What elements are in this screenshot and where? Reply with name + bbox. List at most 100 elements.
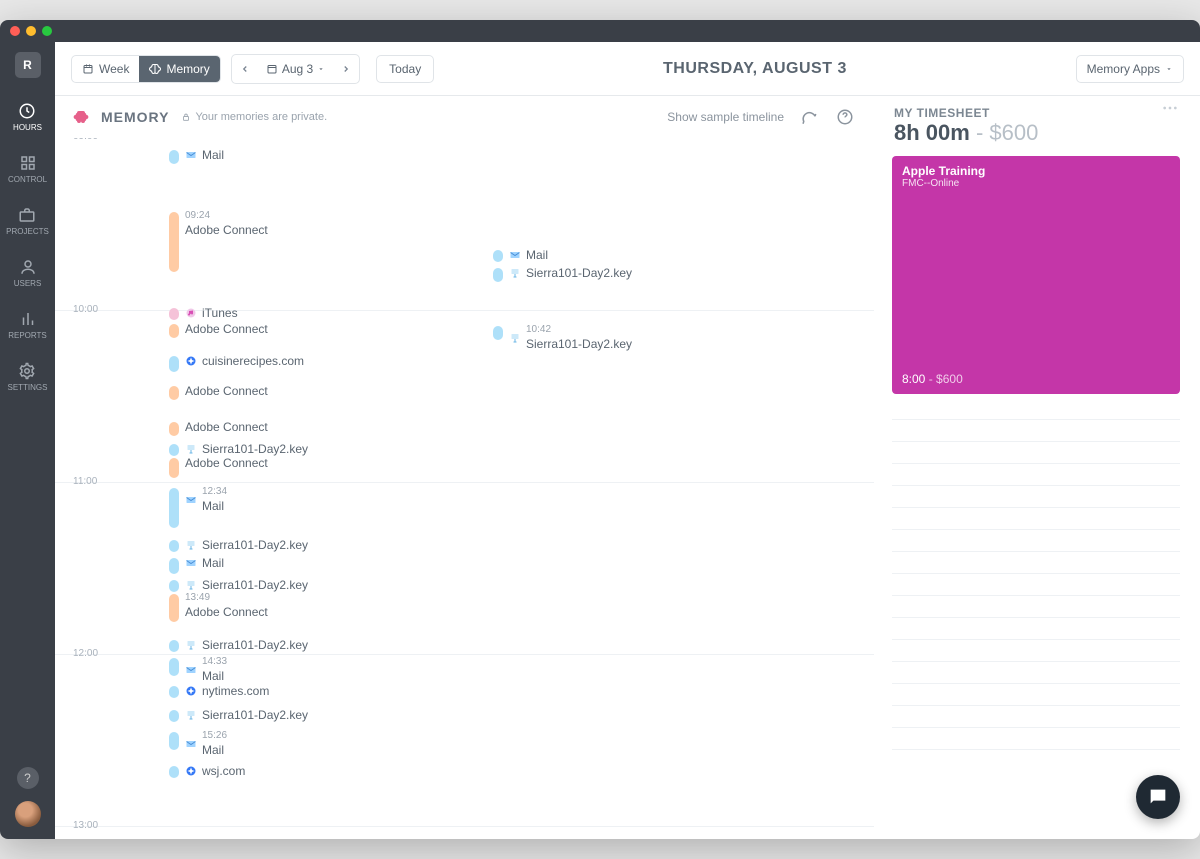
week-view-button[interactable]: Week (72, 56, 139, 82)
timeline-event[interactable]: 13:49Adobe Connect (185, 592, 268, 619)
chat-fab[interactable] (1136, 775, 1180, 819)
timeline-event[interactable]: 12:34Mail (185, 486, 227, 513)
next-day-button[interactable] (333, 55, 359, 83)
timesheet-entry-time: 8:00 (902, 372, 925, 386)
timesheet-amount: $600 (989, 120, 1038, 145)
timeline-event[interactable]: Mail (185, 148, 224, 162)
hour-label: 09:00 (73, 138, 98, 142)
timeline-event[interactable]: Sierra101-Day2.key (185, 638, 308, 652)
event-text: Sierra101-Day2.key (202, 442, 308, 456)
question-circle-icon (836, 108, 854, 126)
timeline-event[interactable]: Adobe Connect (185, 322, 268, 336)
sidebar-item-users[interactable]: USERS (14, 258, 42, 288)
timeline-pill[interactable] (169, 324, 179, 338)
date-picker[interactable]: Aug 3 (258, 55, 333, 83)
today-button[interactable]: Today (376, 55, 434, 83)
sidebar-item-settings[interactable]: SETTINGS (7, 362, 47, 392)
timeline-event[interactable]: 09:24Adobe Connect (185, 210, 268, 237)
timeline-event[interactable]: Sierra101-Day2.key (509, 266, 632, 280)
mail-icon (185, 664, 197, 676)
timesheet-entry-title: Apple Training (902, 164, 1170, 178)
timeline-pill[interactable] (169, 686, 179, 698)
sidebar-item-reports[interactable]: REPORTS (8, 310, 47, 340)
timesheet-line (892, 530, 1180, 552)
timeline-pill[interactable] (169, 540, 179, 552)
timeline-event[interactable]: 10:42Sierra101-Day2.key (509, 324, 632, 351)
timeline-event[interactable]: 15:26Mail (185, 730, 227, 757)
memory-title: MEMORY (101, 109, 169, 125)
timeline-event[interactable]: Sierra101-Day2.key (185, 538, 308, 552)
maximize-window-icon[interactable] (42, 26, 52, 36)
timeline-pill[interactable] (169, 488, 179, 528)
info-button[interactable] (834, 106, 856, 128)
mail-icon (509, 249, 521, 261)
timeline-pill[interactable] (169, 640, 179, 652)
event-text: 13:49Adobe Connect (185, 592, 268, 619)
sample-timeline-link[interactable]: Show sample timeline (667, 110, 784, 124)
timeline-pill[interactable] (169, 558, 179, 574)
timeline-pill[interactable] (169, 356, 179, 372)
chevron-right-icon (341, 64, 351, 74)
sidebar-item-projects[interactable]: PROJECTS (6, 206, 49, 236)
timeline-event[interactable]: Sierra101-Day2.key (185, 578, 308, 592)
timeline-event[interactable]: 14:33Mail (185, 656, 227, 683)
timesheet-entry-card[interactable]: Apple Training FMC--Online 8:00 - $600 (892, 156, 1180, 394)
memory-label: Memory (166, 62, 209, 76)
timesheet-menu-button[interactable] (1162, 106, 1178, 110)
timeline-event[interactable]: nytimes.com (185, 684, 269, 698)
event-text: 14:33Mail (202, 656, 227, 683)
event-text: nytimes.com (202, 684, 269, 698)
timeline-pill[interactable] (169, 212, 179, 272)
timeline-event[interactable]: wsj.com (185, 764, 245, 778)
event-timestamp: 12:34 (202, 486, 227, 498)
sidebar-item-label: HOURS (13, 123, 42, 132)
workspace-avatar[interactable]: R (15, 52, 41, 78)
minimize-window-icon[interactable] (26, 26, 36, 36)
chat-icon (1147, 786, 1169, 808)
timeline-pill[interactable] (169, 386, 179, 400)
timeline-pill[interactable] (169, 308, 179, 320)
timeline-event[interactable]: Adobe Connect (185, 456, 268, 470)
close-window-icon[interactable] (10, 26, 20, 36)
timeline-pill[interactable] (169, 580, 179, 592)
timesheet-entry-amount: $600 (936, 372, 963, 386)
timeline-event[interactable]: Sierra101-Day2.key (185, 442, 308, 456)
timeline-pill[interactable] (169, 444, 179, 456)
event-text: iTunes (202, 306, 238, 320)
timeline-pill[interactable] (169, 766, 179, 778)
timeline-pill[interactable] (169, 710, 179, 722)
timeline-pill[interactable] (169, 658, 179, 676)
timeline-event[interactable]: Adobe Connect (185, 420, 268, 434)
timeline-event[interactable]: Mail (185, 556, 224, 570)
memory-timeline[interactable]: 09:0010:0011:0012:0013:0014:0015:0016:00… (55, 138, 874, 839)
mail-icon (185, 557, 197, 569)
timeline-pill[interactable] (169, 458, 179, 478)
help-button[interactable]: ? (17, 767, 39, 789)
sidebar-item-hours[interactable]: HOURS (13, 102, 42, 132)
timeline-event[interactable]: cuisinerecipes.com (185, 354, 304, 368)
timeline-pill[interactable] (493, 250, 503, 262)
refresh-icon (800, 108, 818, 126)
event-text: Adobe Connect (185, 420, 268, 434)
prev-day-button[interactable] (232, 55, 258, 83)
timeline-pill[interactable] (169, 422, 179, 436)
timeline-pill[interactable] (493, 326, 503, 340)
memory-view-button[interactable]: Memory (139, 56, 219, 82)
calendar-icon (82, 63, 94, 75)
timeline-pill[interactable] (169, 150, 179, 164)
timeline-pill[interactable] (493, 268, 503, 282)
user-avatar[interactable] (15, 801, 41, 827)
timeline-pill[interactable] (169, 594, 179, 622)
memory-apps-button[interactable]: Memory Apps (1076, 55, 1184, 83)
timeline-event[interactable]: Sierra101-Day2.key (185, 708, 308, 722)
sidebar-item-control[interactable]: CONTROL (8, 154, 47, 184)
refresh-button[interactable] (798, 106, 820, 128)
timeline-event[interactable]: Adobe Connect (185, 384, 268, 398)
event-text: 10:42Sierra101-Day2.key (526, 324, 632, 351)
timeline-pill[interactable] (169, 732, 179, 750)
timeline-event[interactable]: Mail (509, 248, 548, 262)
event-text: Adobe Connect (185, 322, 268, 336)
timesheet-line (892, 574, 1180, 596)
app-body: R HOURS CONTROL PROJECTS USERS REPORTS (0, 42, 1200, 839)
timeline-event[interactable]: iTunes (185, 306, 238, 320)
